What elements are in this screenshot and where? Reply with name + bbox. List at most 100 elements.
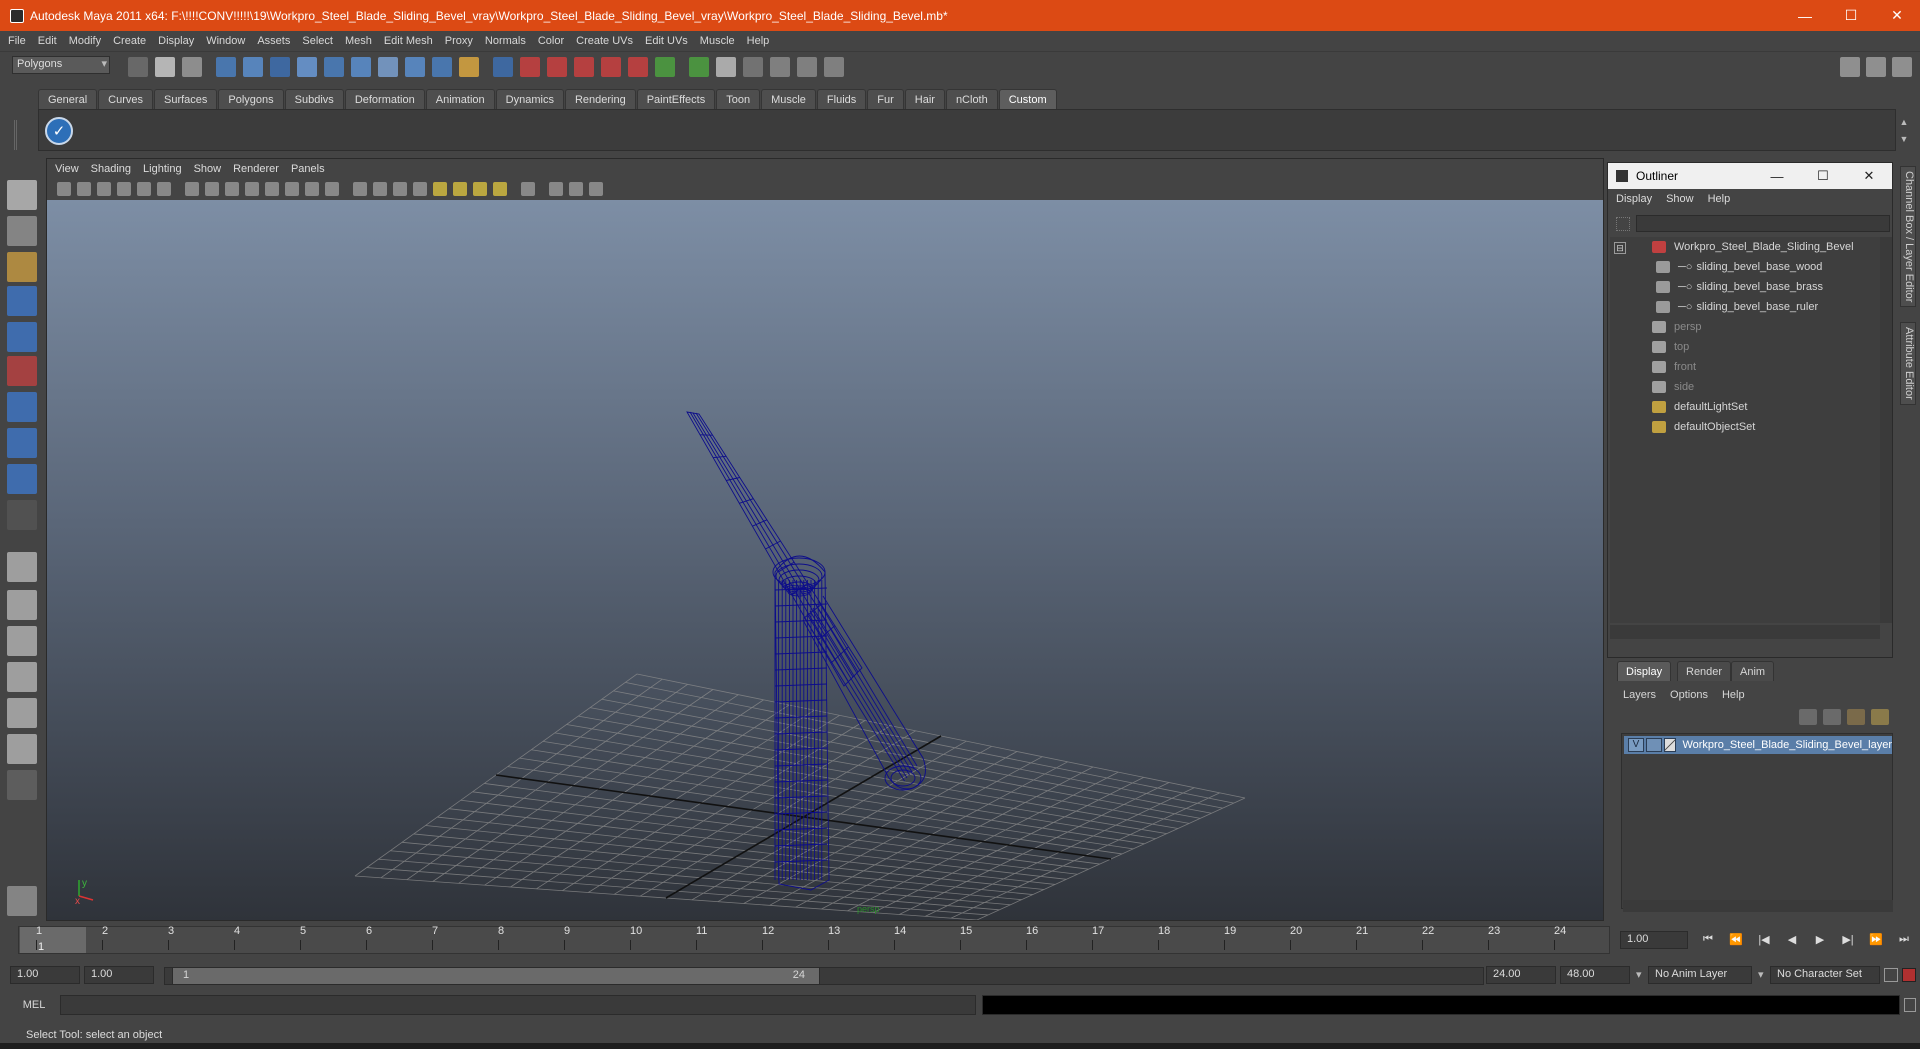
shelf-tab-polygons[interactable]: Polygons <box>218 89 284 109</box>
status-tool-23-icon[interactable] <box>770 57 790 77</box>
status-tool-18-icon[interactable] <box>628 57 648 77</box>
anim-layer-dropdown[interactable]: No Anim Layer <box>1648 966 1752 984</box>
shelf-tab-fur[interactable]: Fur <box>867 89 904 109</box>
layer-options-icon[interactable] <box>1847 709 1865 725</box>
checkmark-shelf-icon[interactable]: ✓ <box>45 117 73 145</box>
status-tool-24-icon[interactable] <box>797 57 817 77</box>
filter-icon[interactable] <box>1616 217 1630 231</box>
shelf-tab-fluids[interactable]: Fluids <box>816 89 867 109</box>
channel-box-tab[interactable]: Channel Box / Layer Editor <box>1900 166 1916 308</box>
layer-horizontal-scrollbar[interactable] <box>1623 900 1893 912</box>
range-start-field[interactable]: 1.00 <box>10 966 80 984</box>
outliner-menu-help[interactable]: Help <box>1708 193 1731 205</box>
char-set-arrow-icon[interactable]: ▾ <box>1758 968 1764 981</box>
playback-button-4[interactable]: ▶ <box>1810 933 1830 951</box>
viewport-tool-10-icon[interactable] <box>265 182 279 196</box>
menu-assets[interactable]: Assets <box>257 35 298 47</box>
status-tool-2-icon[interactable] <box>182 57 202 77</box>
scale-tool-icon[interactable] <box>7 356 37 386</box>
layout-3-icon[interactable] <box>1892 57 1912 77</box>
viewport-tool-20-icon[interactable] <box>473 182 487 196</box>
outliner-item[interactable]: ─○ sliding_bevel_base_wood <box>1610 257 1880 277</box>
outliner-item[interactable]: ─○ sliding_bevel_base_ruler <box>1610 297 1880 317</box>
viewport-tool-18-icon[interactable] <box>433 182 447 196</box>
viewport-tool-7-icon[interactable] <box>205 182 219 196</box>
attribute-editor-tab[interactable]: Attribute Editor <box>1900 322 1916 405</box>
status-tool-3-icon[interactable] <box>216 57 236 77</box>
viewport-tool-25-icon[interactable] <box>589 182 603 196</box>
playback-button-7[interactable]: ⏭ <box>1894 933 1914 951</box>
shelf-tab-general[interactable]: General <box>38 89 98 109</box>
new-layer-selected-icon[interactable] <box>1823 709 1841 725</box>
viewport-tool-13-icon[interactable] <box>325 182 339 196</box>
layout-1-icon[interactable] <box>1840 57 1860 77</box>
outliner-maximize-button[interactable]: ☐ <box>1800 168 1846 184</box>
status-tool-8-icon[interactable] <box>351 57 371 77</box>
viewport-tool-12-icon[interactable] <box>305 182 319 196</box>
viewport-tool-15-icon[interactable] <box>373 182 387 196</box>
outliner-item[interactable]: front <box>1610 357 1880 377</box>
range-slider-handle[interactable]: 1 24 <box>172 967 820 985</box>
viewport-menu-panels[interactable]: Panels <box>291 163 325 175</box>
viewport-tool-14-icon[interactable] <box>353 182 367 196</box>
persp-viewport[interactable]: View Shading Lighting Show Renderer Panels pe… <box>46 158 1604 921</box>
menu-edit-mesh[interactable]: Edit Mesh <box>384 35 441 47</box>
shelf-tab-curves[interactable]: Curves <box>98 89 153 109</box>
outliner-close-button[interactable]: ✕ <box>1846 168 1892 184</box>
status-tool-1-icon[interactable] <box>155 57 175 77</box>
layer-color-swatch[interactable] <box>1663 738 1677 752</box>
key-icon[interactable] <box>1884 968 1898 982</box>
menu-window[interactable]: Window <box>206 35 253 47</box>
character-set-dropdown[interactable]: No Character Set <box>1770 966 1880 984</box>
viewport-tool-0-icon[interactable] <box>57 182 71 196</box>
outliner-menu-display[interactable]: Display <box>1616 193 1652 205</box>
layout-2-icon[interactable] <box>1866 57 1886 77</box>
layer-menu-help[interactable]: Help <box>1722 689 1745 701</box>
status-tool-10-icon[interactable] <box>405 57 425 77</box>
viewport-tool-11-icon[interactable] <box>285 182 299 196</box>
lasso-tool-icon[interactable] <box>7 216 37 246</box>
status-tool-17-icon[interactable] <box>601 57 621 77</box>
status-tool-5-icon[interactable] <box>270 57 290 77</box>
viewport-tool-23-icon[interactable] <box>549 182 563 196</box>
four-view-icon[interactable] <box>7 590 37 620</box>
menu-edit-uvs[interactable]: Edit UVs <box>645 35 696 47</box>
playback-button-1[interactable]: ⏪ <box>1726 933 1746 951</box>
viewport-tool-19-icon[interactable] <box>453 182 467 196</box>
outliner-horizontal-scrollbar[interactable] <box>1610 625 1880 639</box>
outliner-item[interactable]: top <box>1610 337 1880 357</box>
shelf-tab-painteffects[interactable]: PaintEffects <box>636 89 716 109</box>
mel-input[interactable] <box>60 995 976 1015</box>
viewport-tool-5-icon[interactable] <box>157 182 171 196</box>
close-button[interactable]: ✕ <box>1874 0 1920 31</box>
single-view-icon[interactable] <box>7 552 37 582</box>
viewport-menu-show[interactable]: Show <box>194 163 222 175</box>
quick-layout-icon[interactable] <box>7 886 37 916</box>
status-tool-6-icon[interactable] <box>297 57 317 77</box>
viewport-tool-17-icon[interactable] <box>413 182 427 196</box>
playback-button-6[interactable]: ⏩ <box>1866 933 1886 951</box>
layer-tab-render[interactable]: Render <box>1677 661 1732 681</box>
rotate-tool-icon[interactable] <box>7 322 37 352</box>
status-tool-7-icon[interactable] <box>324 57 344 77</box>
script-editor-icon[interactable] <box>1904 998 1916 1012</box>
menu-create-uvs[interactable]: Create UVs <box>576 35 641 47</box>
viewport-menu-view[interactable]: View <box>55 163 79 175</box>
layer-tab-anim[interactable]: Anim <box>1731 661 1775 681</box>
shelf-tab-ncloth[interactable]: nCloth <box>945 89 998 109</box>
menu-mesh[interactable]: Mesh <box>345 35 380 47</box>
move-tool-icon[interactable] <box>7 286 37 316</box>
anim-prefs-icon[interactable] <box>1902 968 1916 982</box>
status-tool-9-icon[interactable] <box>378 57 398 77</box>
outliner-item[interactable]: Workpro_Steel_Blade_Sliding_Bevel <box>1610 237 1880 257</box>
status-tool-25-icon[interactable] <box>824 57 844 77</box>
outliner-menu-show[interactable]: Show <box>1666 193 1694 205</box>
shelf-tab-subdivs[interactable]: Subdivs <box>284 89 344 109</box>
range-end-field[interactable]: 24.00 <box>1486 966 1556 984</box>
menu-modify[interactable]: Modify <box>69 35 109 47</box>
viewport-tool-24-icon[interactable] <box>569 182 583 196</box>
outliner-item[interactable]: defaultObjectSet <box>1610 417 1880 437</box>
status-tool-0-icon[interactable] <box>128 57 148 77</box>
layer-create-icon[interactable] <box>1871 709 1889 725</box>
outliner-item[interactable]: side <box>1610 377 1880 397</box>
